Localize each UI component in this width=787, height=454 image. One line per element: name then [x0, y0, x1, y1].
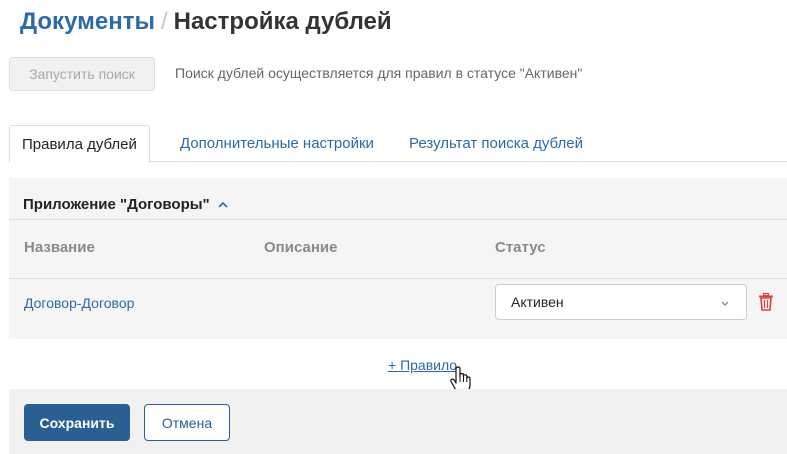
- status-select-value: Активен: [511, 294, 564, 310]
- save-button[interactable]: Сохранить: [24, 404, 130, 441]
- status-select[interactable]: Активен: [495, 284, 747, 320]
- page-title: Настройка дублей: [173, 8, 392, 35]
- section-divider: [9, 219, 787, 220]
- run-search-hint: Поиск дублей осуществляется для правил в…: [175, 65, 583, 81]
- tab-duplicate-rules[interactable]: Правила дублей: [9, 125, 150, 163]
- add-rule-link[interactable]: + Правило: [388, 357, 457, 373]
- chevron-down-icon: [721, 301, 729, 306]
- run-search-button[interactable]: Запустить поиск: [9, 57, 155, 91]
- breadcrumb-documents-link[interactable]: Документы: [20, 8, 155, 35]
- section-header[interactable]: Приложение "Договоры": [23, 196, 228, 213]
- breadcrumb-separator: /: [160, 8, 168, 35]
- rule-name-link[interactable]: Договор-Договор: [24, 295, 134, 311]
- tab-bar: Правила дублей Дополнительные настройки …: [9, 125, 787, 163]
- chevron-up-icon[interactable]: [218, 200, 228, 210]
- trash-icon[interactable]: [758, 293, 774, 311]
- cancel-button[interactable]: Отмена: [144, 404, 230, 441]
- tab-search-results[interactable]: Результат поиска дублей: [397, 125, 595, 162]
- column-header-description: Описание: [264, 239, 338, 256]
- column-header-name: Название: [24, 239, 95, 256]
- rules-panel: Приложение "Договоры" Название Описание …: [9, 178, 787, 339]
- tab-additional-settings[interactable]: Дополнительные настройки: [168, 125, 386, 162]
- section-title: Приложение "Договоры": [23, 196, 210, 213]
- column-header-status: Статус: [495, 239, 546, 256]
- breadcrumb: Документы / Настройка дублей: [20, 8, 392, 36]
- row-divider: [9, 278, 787, 279]
- form-footer: Сохранить Отмена: [9, 389, 787, 454]
